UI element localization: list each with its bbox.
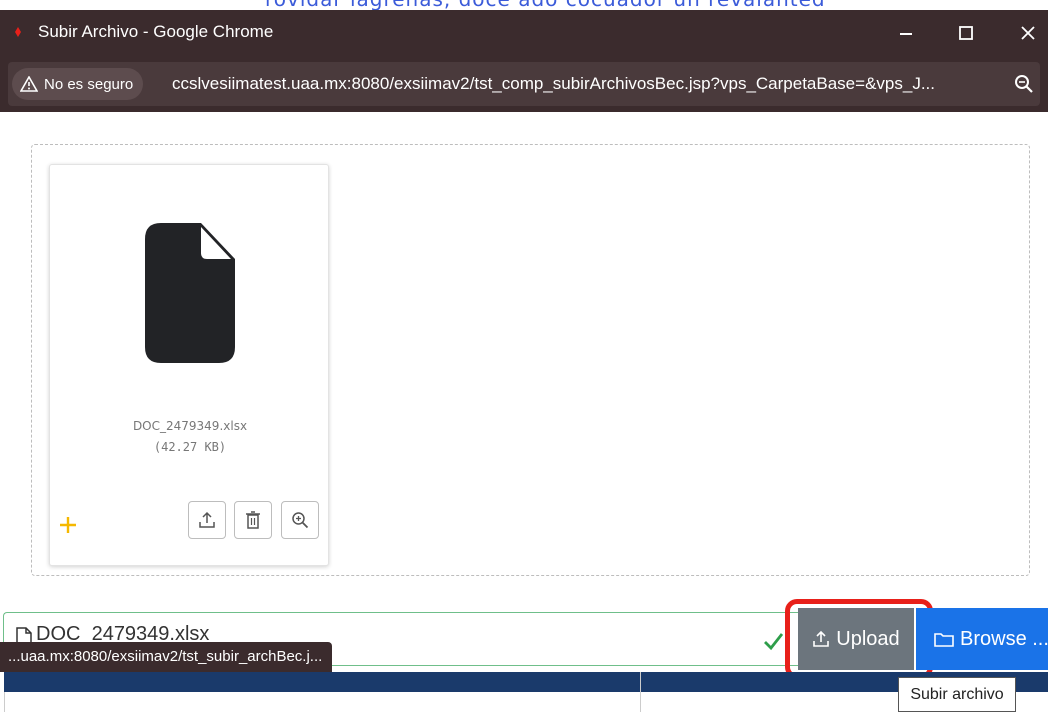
file-name: DOC_2479349.xlsx — [132, 419, 248, 433]
delete-file-button[interactable] — [234, 501, 272, 539]
address-bar: No es seguro ccslvesiimatest.uaa.mx:8080… — [0, 56, 1048, 112]
column-divider — [640, 672, 641, 712]
favicon-icon — [15, 27, 21, 37]
zoom-file-button[interactable] — [281, 501, 319, 539]
trash-icon — [246, 511, 260, 529]
plus-icon[interactable] — [58, 515, 78, 535]
check-icon — [764, 633, 784, 651]
red-highlight-box — [785, 599, 933, 679]
file-preview-card: DOC_2479349.xlsx (42.27 KB) — [49, 164, 329, 566]
browse-button[interactable]: Browse ... — [916, 608, 1048, 670]
zoom-in-icon — [292, 512, 309, 529]
warning-icon — [20, 76, 38, 92]
upload-tooltip: Subir archivo — [898, 677, 1016, 712]
file-icon — [145, 223, 235, 363]
security-chip[interactable]: No es seguro — [12, 68, 144, 100]
page-content: DOC_2479349.xlsx (42.27 KB) DOC_2479349.… — [0, 112, 1048, 712]
file-size: (42.27 KB) — [153, 440, 227, 454]
close-icon — [1021, 26, 1035, 40]
security-label: No es seguro — [44, 75, 134, 93]
link-status-bar: ...uaa.mx:8080/exsiimav2/tst_subir_archB… — [0, 642, 333, 672]
maximize-icon — [959, 26, 973, 40]
table-row — [4, 692, 1048, 712]
window-title-bar: Subir Archivo - Google Chrome — [0, 10, 1048, 56]
omnibox[interactable]: No es seguro ccslvesiimatest.uaa.mx:8080… — [8, 62, 1040, 106]
minimize-button[interactable] — [886, 18, 926, 48]
maximize-button[interactable] — [946, 18, 986, 48]
top-cropped-text: rovidar lagrenas, doce ado cocuador un r… — [0, 0, 1048, 10]
upload-file-button[interactable] — [188, 501, 226, 539]
top-cropped-link: rovidar lagrenas, doce ado cocuador un r… — [265, 0, 826, 10]
close-button[interactable] — [1008, 18, 1048, 48]
browse-button-label: Browse ... — [960, 627, 1048, 650]
window-title: Subir Archivo - Google Chrome — [38, 22, 274, 41]
folder-icon — [934, 633, 954, 647]
zoom-icon[interactable] — [1014, 74, 1034, 94]
minimize-icon — [900, 33, 912, 35]
table-header — [4, 672, 1048, 692]
url-text[interactable]: ccslvesiimatest.uaa.mx:8080/exsiimav2/ts… — [172, 74, 935, 94]
upload-icon — [199, 511, 215, 528]
